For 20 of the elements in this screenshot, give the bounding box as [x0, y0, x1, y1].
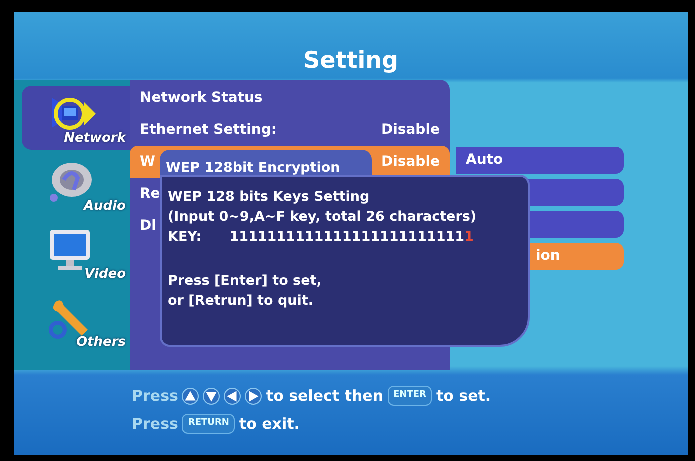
- menu-item[interactable]: Network Status: [130, 82, 450, 114]
- menu-item[interactable]: Ethernet Setting: Disable: [130, 114, 450, 146]
- footer-text: to exit.: [239, 414, 300, 435]
- sidebar-item[interactable]: Video: [22, 222, 130, 286]
- footer-text: Press: [132, 386, 178, 407]
- dialog-heading: WEP 128 bits Keys Setting: [168, 188, 371, 207]
- key-label: KEY:: [168, 228, 202, 247]
- page-title: Setting: [304, 46, 398, 76]
- dialog-instruction: Press [Enter] to set,: [168, 272, 323, 291]
- sidebar-item[interactable]: Others: [22, 290, 130, 354]
- submenu-option[interactable]: Auto: [456, 147, 624, 174]
- footer-text: to select then: [266, 386, 384, 407]
- dialog-hint: (Input 0~9,A~F key, total 26 characters): [168, 208, 478, 227]
- footer-text: to set.: [436, 386, 492, 407]
- sidebar-item[interactable]: Audio: [22, 154, 130, 218]
- footer-text: Press: [132, 414, 178, 435]
- dialog-instruction: or [Retrun] to quit.: [168, 292, 314, 311]
- remote-key: RETURN: [182, 414, 236, 434]
- sidebar-item[interactable]: Network: [22, 86, 130, 150]
- remote-key: ENTER: [388, 386, 432, 406]
